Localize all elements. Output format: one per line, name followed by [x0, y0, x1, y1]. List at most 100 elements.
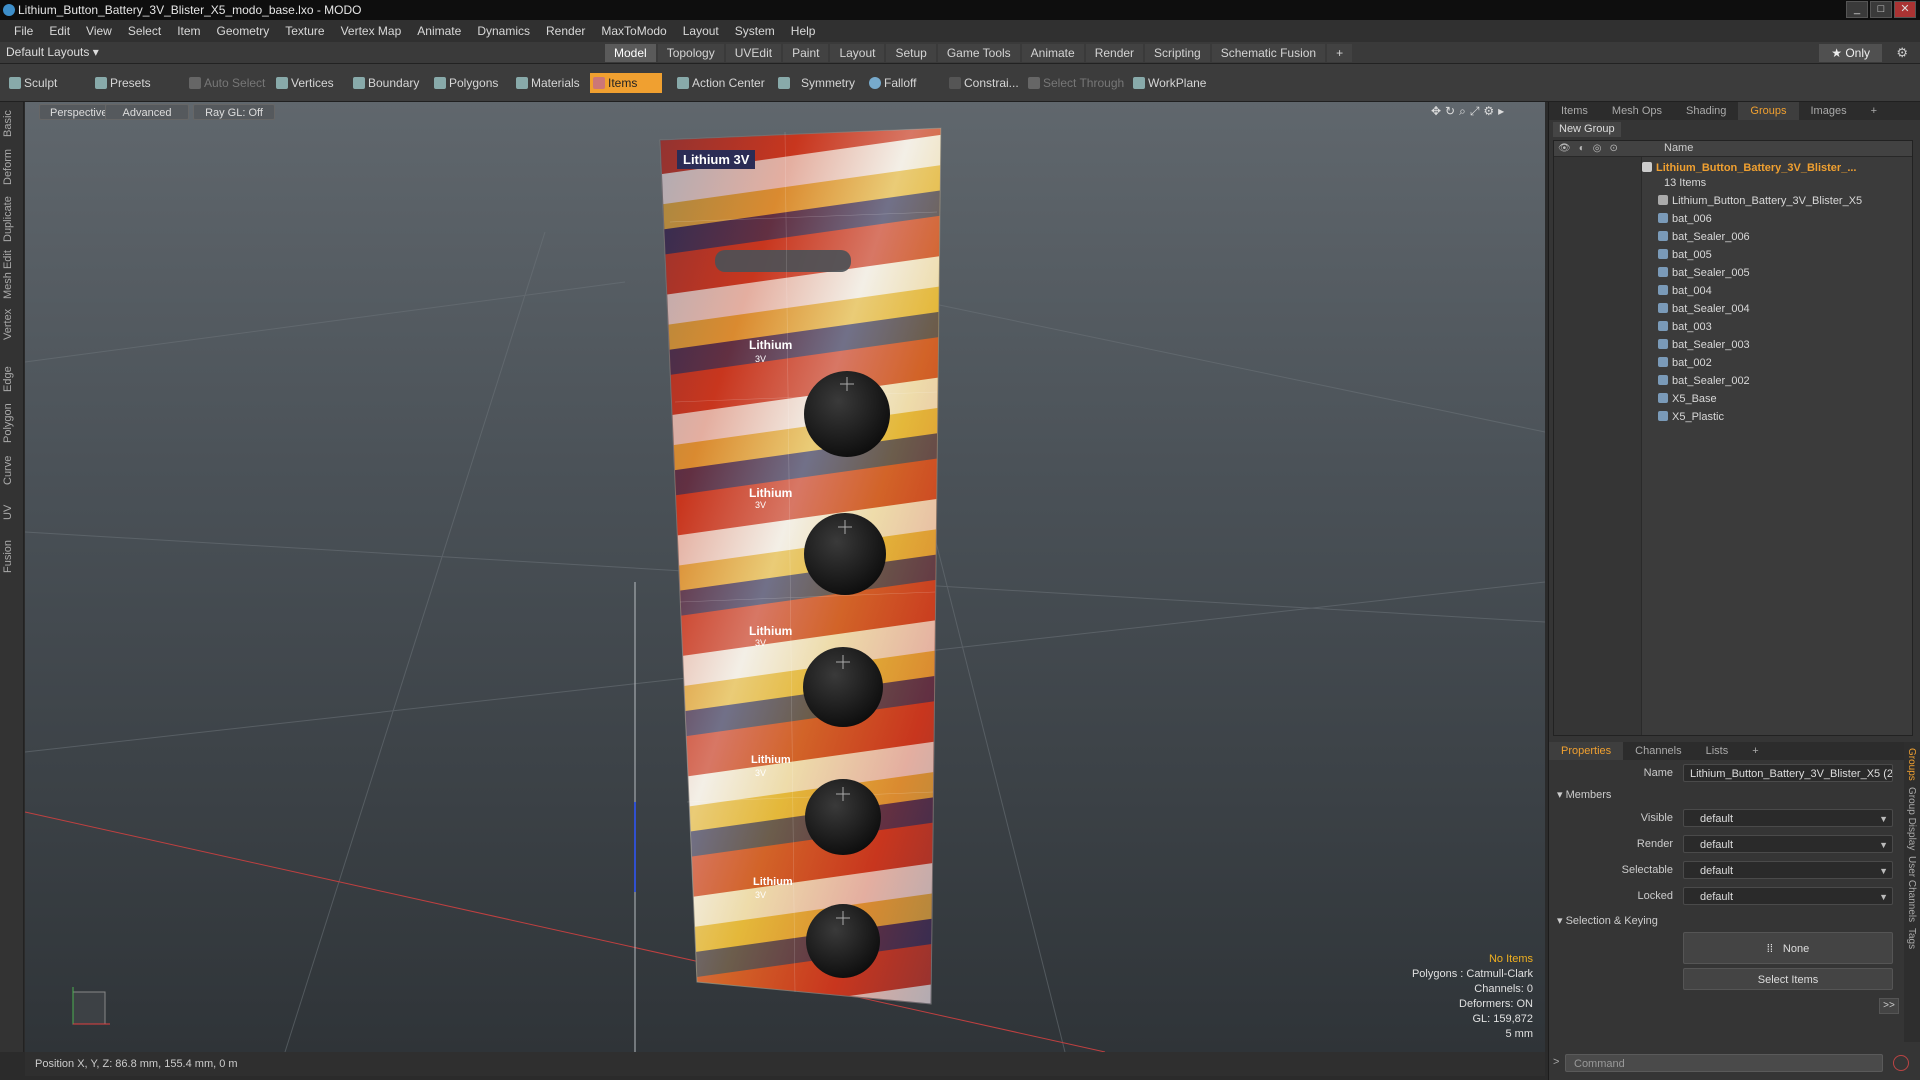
- auto-select-button[interactable]: Auto Select: [186, 73, 271, 93]
- tab-mesh-ops[interactable]: Mesh Ops: [1600, 102, 1674, 120]
- only-button[interactable]: ★ Only: [1819, 44, 1882, 62]
- add-tab-button[interactable]: +: [1327, 44, 1353, 62]
- tree-row[interactable]: bat_006: [1658, 210, 1912, 228]
- sidetab-groups[interactable]: Groups: [1906, 748, 1917, 781]
- members-section[interactable]: ▾ Members: [1557, 788, 1611, 801]
- selection-keying-section[interactable]: ▾ Selection & Keying: [1557, 914, 1658, 927]
- select-through-button[interactable]: Select Through: [1025, 73, 1130, 93]
- layouts-dropdown[interactable]: Default Layouts ▾: [6, 45, 99, 59]
- add-props-tab[interactable]: +: [1740, 742, 1770, 760]
- materials-button[interactable]: Materials: [513, 73, 586, 93]
- boundary-button[interactable]: Boundary: [350, 73, 425, 93]
- tree-row[interactable]: bat_004: [1658, 282, 1912, 300]
- tab-layout[interactable]: Layout: [830, 44, 885, 62]
- menu-render[interactable]: Render: [538, 24, 593, 38]
- close-button[interactable]: ✕: [1894, 1, 1916, 18]
- tab-channels[interactable]: Channels: [1623, 742, 1693, 760]
- menu-animate[interactable]: Animate: [409, 24, 469, 38]
- locked-dropdown[interactable]: default ▼: [1683, 887, 1893, 905]
- vtab-polygon[interactable]: Polygon: [2, 400, 22, 446]
- sidetab-user-channels[interactable]: User Channels: [1906, 856, 1917, 922]
- vtab-deform[interactable]: Deform: [2, 146, 22, 188]
- tab-schematic-fusion[interactable]: Schematic Fusion: [1211, 44, 1326, 62]
- tree-row[interactable]: bat_003: [1658, 318, 1912, 336]
- tab-scripting[interactable]: Scripting: [1145, 44, 1210, 62]
- tab-uvedit[interactable]: UVEdit: [725, 44, 782, 62]
- menu-file[interactable]: File: [6, 24, 41, 38]
- items-button[interactable]: Items: [590, 73, 662, 93]
- expand-button[interactable]: >>: [1879, 998, 1899, 1014]
- record-icon[interactable]: [1893, 1055, 1909, 1071]
- add-panel-tab[interactable]: +: [1859, 102, 1889, 120]
- tab-model[interactable]: Model: [605, 44, 656, 62]
- keying-none-button[interactable]: ⁞⁞ None: [1683, 932, 1893, 964]
- presets-button[interactable]: Presets: [92, 73, 157, 93]
- visibility-column-icons[interactable]: 👁◐◎⊙: [1558, 143, 1626, 154]
- minimize-button[interactable]: _: [1846, 1, 1868, 18]
- menu-select[interactable]: Select: [120, 24, 169, 38]
- render-dropdown[interactable]: default ▼: [1683, 835, 1893, 853]
- falloff-button[interactable]: Falloff: [866, 73, 922, 93]
- select-items-button[interactable]: Select Items: [1683, 968, 1893, 990]
- menu-layout[interactable]: Layout: [675, 24, 727, 38]
- constraints-button[interactable]: Constrai...: [946, 73, 1025, 93]
- vertices-button[interactable]: Vertices: [273, 73, 340, 93]
- workplane-button[interactable]: WorkPlane: [1130, 73, 1212, 93]
- command-input[interactable]: Command: [1565, 1054, 1883, 1072]
- tab-items[interactable]: Items: [1549, 102, 1600, 120]
- menu-edit[interactable]: Edit: [41, 24, 78, 38]
- vtab-duplicate[interactable]: Duplicate: [2, 194, 22, 244]
- menu-maxtomodo[interactable]: MaxToModo: [593, 24, 674, 38]
- tab-animate[interactable]: Animate: [1021, 44, 1084, 62]
- vtab-basic[interactable]: Basic: [2, 106, 22, 142]
- tab-paint[interactable]: Paint: [783, 44, 829, 62]
- menu-help[interactable]: Help: [783, 24, 824, 38]
- gear-icon[interactable]: ⚙: [1896, 45, 1908, 61]
- tab-shading[interactable]: Shading: [1674, 102, 1738, 120]
- polygons-button[interactable]: Polygons: [431, 73, 504, 93]
- name-field[interactable]: Lithium_Button_Battery_3V_Blister_X5 (2: [1683, 764, 1893, 782]
- menu-dynamics[interactable]: Dynamics: [469, 24, 538, 38]
- visible-dropdown[interactable]: default ▼: [1683, 809, 1893, 827]
- tab-properties[interactable]: Properties: [1549, 742, 1624, 760]
- tab-images[interactable]: Images: [1799, 102, 1859, 120]
- tab-game-tools[interactable]: Game Tools: [937, 44, 1020, 62]
- 3d-viewport[interactable]: Perspective Advanced Ray GL: Off ✥↻⌕⤢⚙▸: [25, 102, 1545, 1052]
- tree-row[interactable]: bat_005: [1658, 246, 1912, 264]
- tab-render[interactable]: Render: [1085, 44, 1144, 62]
- sidetab-tags[interactable]: Tags: [1906, 928, 1917, 949]
- symmetry-button[interactable]: Symmetry: [775, 73, 861, 93]
- tab-setup[interactable]: Setup: [886, 44, 936, 62]
- tree-row[interactable]: bat_Sealer_006: [1658, 228, 1912, 246]
- maximize-button[interactable]: □: [1870, 1, 1892, 18]
- tree-row[interactable]: X5_Base: [1658, 390, 1912, 408]
- sidetab-group-display[interactable]: Group Display: [1906, 787, 1917, 850]
- menu-system[interactable]: System: [727, 24, 783, 38]
- menu-item[interactable]: Item: [169, 24, 208, 38]
- tree-row[interactable]: bat_Sealer_002: [1658, 372, 1912, 390]
- vtab-curve[interactable]: Curve: [2, 452, 22, 488]
- name-column-header[interactable]: Name: [1664, 142, 1693, 154]
- tab-groups[interactable]: Groups: [1738, 102, 1799, 120]
- menu-texture[interactable]: Texture: [277, 24, 332, 38]
- tree-row[interactable]: bat_Sealer_004: [1658, 300, 1912, 318]
- vtab-edge[interactable]: Edge: [2, 364, 22, 394]
- menu-view[interactable]: View: [78, 24, 120, 38]
- vtab-fusion[interactable]: Fusion: [2, 536, 22, 576]
- tree-row[interactable]: bat_Sealer_003: [1658, 336, 1912, 354]
- selectable-dropdown[interactable]: default ▼: [1683, 861, 1893, 879]
- new-group-button[interactable]: New Group: [1553, 122, 1621, 137]
- tree-row[interactable]: bat_002: [1658, 354, 1912, 372]
- tab-lists[interactable]: Lists: [1694, 742, 1741, 760]
- tree-row[interactable]: Lithium_Button_Battery_3V_Blister_X5: [1658, 192, 1912, 210]
- menu-geometry[interactable]: Geometry: [209, 24, 278, 38]
- vtab-mesh-edit[interactable]: Mesh Edit: [2, 250, 22, 300]
- vtab-uv[interactable]: UV: [2, 500, 22, 524]
- vtab-vertex[interactable]: Vertex: [2, 306, 22, 342]
- sculpt-button[interactable]: Sculpt: [6, 73, 63, 93]
- tab-topology[interactable]: Topology: [657, 44, 724, 62]
- menu-vertex-map[interactable]: Vertex Map: [333, 24, 410, 38]
- action-center-button[interactable]: Action Center: [674, 73, 771, 93]
- tree-row[interactable]: bat_Sealer_005: [1658, 264, 1912, 282]
- tree-row[interactable]: X5_Plastic: [1658, 408, 1912, 426]
